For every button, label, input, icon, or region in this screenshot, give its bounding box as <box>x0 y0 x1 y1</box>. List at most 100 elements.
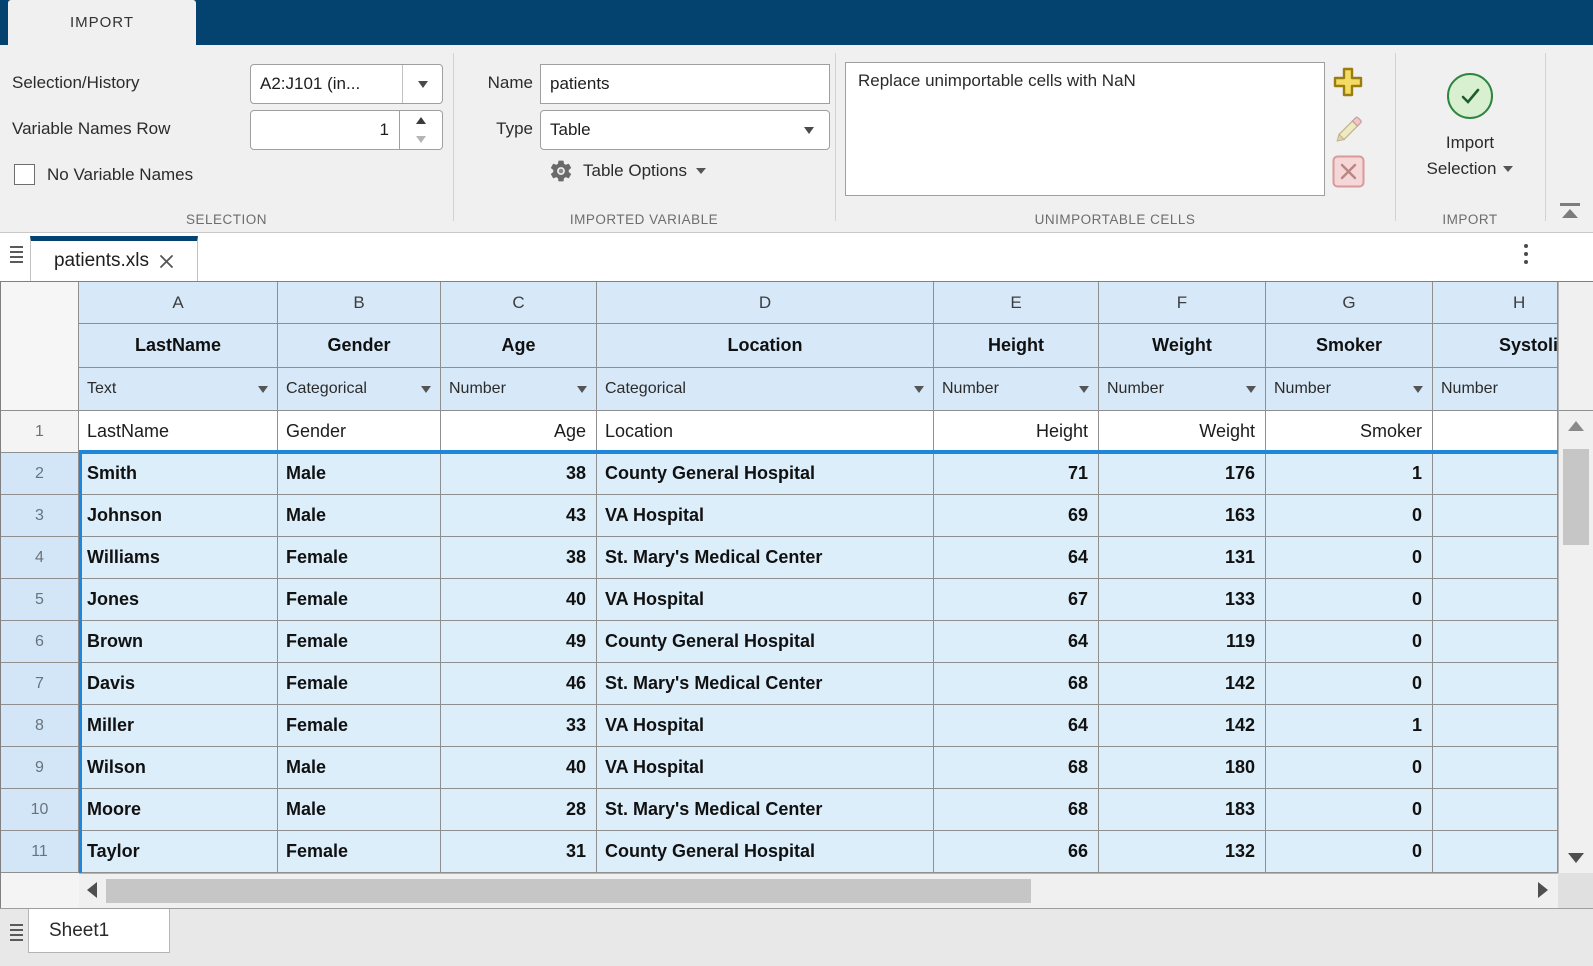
column-letter-H[interactable]: H <box>1433 282 1558 324</box>
cell-D4[interactable]: St. Mary's Medical Center <box>597 537 934 579</box>
cell-E7[interactable]: 68 <box>934 663 1099 705</box>
document-tab-patients[interactable]: patients.xls <box>30 236 198 281</box>
cell-D11[interactable]: County General Hospital <box>597 831 934 873</box>
column-type-G[interactable]: Number <box>1266 368 1433 411</box>
scroll-down-icon[interactable] <box>1568 853 1584 863</box>
cell-E11[interactable]: 66 <box>934 831 1099 873</box>
cell-D5[interactable]: VA Hospital <box>597 579 934 621</box>
type-dropdown[interactable]: Table <box>540 110 830 150</box>
cell-E4[interactable]: 64 <box>934 537 1099 579</box>
column-letter-F[interactable]: F <box>1099 282 1266 324</box>
column-name-A[interactable]: LastName <box>79 324 278 368</box>
cell-C6[interactable]: 49 <box>441 621 597 663</box>
cell-B5[interactable]: Female <box>278 579 441 621</box>
cell-B11[interactable]: Female <box>278 831 441 873</box>
vertical-scrollbar[interactable] <box>1558 411 1593 873</box>
cell-B1[interactable]: Gender <box>278 411 441 453</box>
column-letter-C[interactable]: C <box>441 282 597 324</box>
row-header-11[interactable]: 11 <box>1 831 79 873</box>
column-letter-G[interactable]: G <box>1266 282 1433 324</box>
column-type-H[interactable]: Number <box>1433 368 1558 411</box>
cell-G8[interactable]: 1 <box>1266 705 1433 747</box>
cell-B9[interactable]: Male <box>278 747 441 789</box>
cell-F8[interactable]: 142 <box>1099 705 1266 747</box>
column-name-D[interactable]: Location <box>597 324 934 368</box>
cell-G5[interactable]: 0 <box>1266 579 1433 621</box>
selection-history-dropdown[interactable]: A2:J101 (in... <box>250 64 443 104</box>
column-type-B[interactable]: Categorical <box>278 368 441 411</box>
column-name-G[interactable]: Smoker <box>1266 324 1433 368</box>
row-header-4[interactable]: 4 <box>1 537 79 579</box>
cell-F3[interactable]: 163 <box>1099 495 1266 537</box>
column-letter-E[interactable]: E <box>934 282 1099 324</box>
cell-G4[interactable]: 0 <box>1266 537 1433 579</box>
cell-B10[interactable]: Male <box>278 789 441 831</box>
import-selection-button[interactable]: Import Selection <box>1395 45 1545 205</box>
cell-H6[interactable] <box>1433 621 1558 663</box>
horizontal-scrollbar-thumb[interactable] <box>106 879 1031 903</box>
cell-A6[interactable]: Brown <box>79 621 278 663</box>
cell-B4[interactable]: Female <box>278 537 441 579</box>
scroll-left-icon[interactable] <box>87 882 97 898</box>
cell-H10[interactable] <box>1433 789 1558 831</box>
cell-H8[interactable] <box>1433 705 1558 747</box>
cell-D10[interactable]: St. Mary's Medical Center <box>597 789 934 831</box>
spinner-up-button[interactable] <box>400 111 442 130</box>
grid-corner-cell[interactable] <box>1 282 79 411</box>
row-header-8[interactable]: 8 <box>1 705 79 747</box>
cell-G3[interactable]: 0 <box>1266 495 1433 537</box>
row-header-6[interactable]: 6 <box>1 621 79 663</box>
cell-E3[interactable]: 69 <box>934 495 1099 537</box>
vertical-scrollbar-thumb[interactable] <box>1563 449 1589 545</box>
cell-H3[interactable] <box>1433 495 1558 537</box>
row-header-10[interactable]: 10 <box>1 789 79 831</box>
cell-F10[interactable]: 183 <box>1099 789 1266 831</box>
column-type-F[interactable]: Number <box>1099 368 1266 411</box>
cell-F4[interactable]: 131 <box>1099 537 1266 579</box>
selection-history-dropdown-button[interactable] <box>402 65 442 103</box>
cell-D9[interactable]: VA Hospital <box>597 747 934 789</box>
column-type-D[interactable]: Categorical <box>597 368 934 411</box>
cell-D1[interactable]: Location <box>597 411 934 453</box>
cell-E2[interactable]: 71 <box>934 453 1099 495</box>
cell-H11[interactable] <box>1433 831 1558 873</box>
column-name-E[interactable]: Height <box>934 324 1099 368</box>
cell-D8[interactable]: VA Hospital <box>597 705 934 747</box>
add-rule-button[interactable] <box>1330 64 1366 100</box>
edit-rule-button[interactable] <box>1332 109 1366 143</box>
cell-C5[interactable]: 40 <box>441 579 597 621</box>
cell-H7[interactable] <box>1433 663 1558 705</box>
cell-G10[interactable]: 0 <box>1266 789 1433 831</box>
cell-F1[interactable]: Weight <box>1099 411 1266 453</box>
cell-H5[interactable] <box>1433 579 1558 621</box>
table-options-button[interactable]: Table Options <box>548 158 706 184</box>
cell-A5[interactable]: Jones <box>79 579 278 621</box>
cell-C8[interactable]: 33 <box>441 705 597 747</box>
cell-G1[interactable]: Smoker <box>1266 411 1433 453</box>
column-letter-D[interactable]: D <box>597 282 934 324</box>
column-name-B[interactable]: Gender <box>278 324 441 368</box>
row-header-7[interactable]: 7 <box>1 663 79 705</box>
cell-G9[interactable]: 0 <box>1266 747 1433 789</box>
grip-lines-icon[interactable] <box>10 246 23 263</box>
row-header-5[interactable]: 5 <box>1 579 79 621</box>
cell-D2[interactable]: County General Hospital <box>597 453 934 495</box>
sheet-tab-sheet1[interactable]: Sheet1 <box>28 909 170 953</box>
collapse-ribbon-button[interactable] <box>1558 203 1582 219</box>
column-name-C[interactable]: Age <box>441 324 597 368</box>
variable-names-row-input[interactable]: 1 <box>250 110 400 150</box>
cell-C7[interactable]: 46 <box>441 663 597 705</box>
cell-C4[interactable]: 38 <box>441 537 597 579</box>
cell-G11[interactable]: 0 <box>1266 831 1433 873</box>
unimportable-rules-list[interactable]: Replace unimportable cells with NaN <box>845 62 1325 196</box>
cell-E1[interactable]: Height <box>934 411 1099 453</box>
type-dropdown-button[interactable] <box>789 111 829 149</box>
cell-B6[interactable]: Female <box>278 621 441 663</box>
spinner-down-button[interactable] <box>400 130 442 149</box>
cell-A4[interactable]: Williams <box>79 537 278 579</box>
cell-H1[interactable] <box>1433 411 1558 453</box>
cell-E8[interactable]: 64 <box>934 705 1099 747</box>
horizontal-scrollbar[interactable] <box>79 873 1558 908</box>
cell-H9[interactable] <box>1433 747 1558 789</box>
row-header-1[interactable]: 1 <box>1 411 79 453</box>
